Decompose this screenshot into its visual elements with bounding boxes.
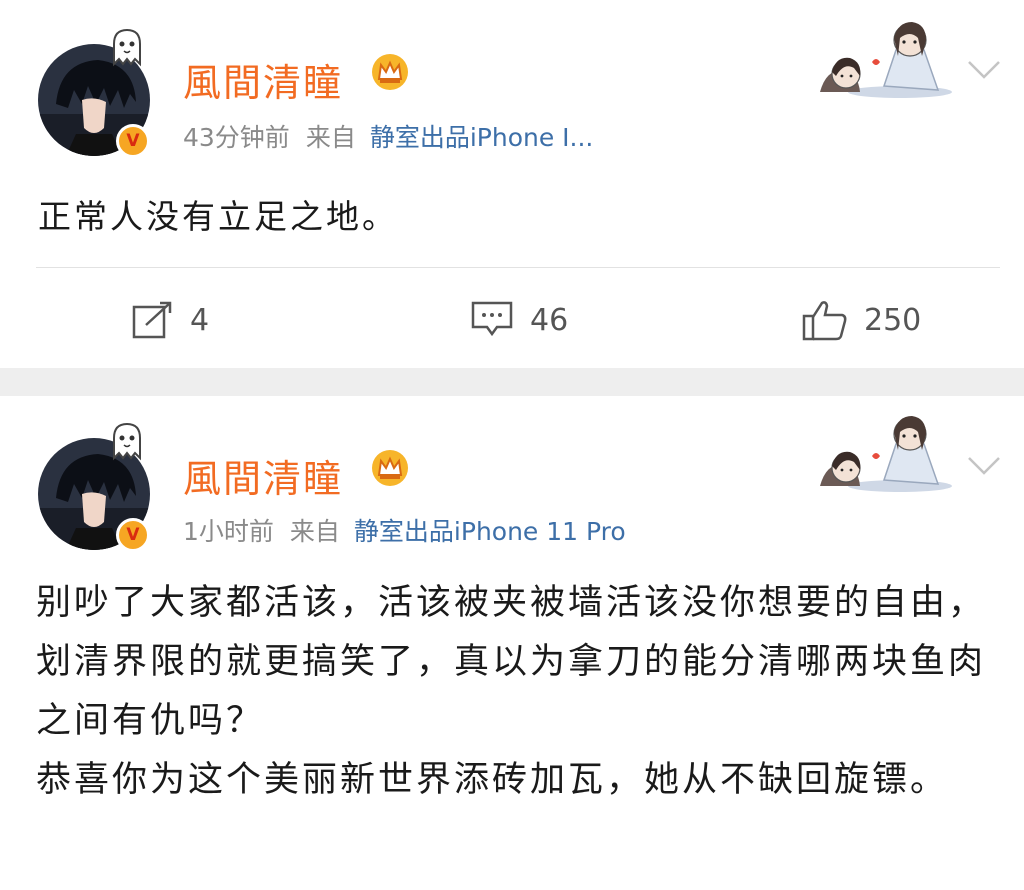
avatar[interactable]: V [38,422,150,552]
chevron-down-icon[interactable] [966,454,1002,478]
source-link[interactable]: 静室出品iPhone 11 Pro [354,517,626,546]
decoration-illustration [820,22,952,98]
post-time: 43分钟前 [183,123,290,152]
post-text: 正常人没有立足之地。 [38,197,398,236]
verified-badge: V [116,124,150,158]
chevron-down-icon[interactable] [966,58,1002,82]
avatar[interactable]: V [38,28,150,158]
ghost-icon [113,28,141,67]
source-prefix: 来自 [289,517,340,546]
comment-count: 46 [530,302,569,338]
post-time: 1小时前 [183,517,274,546]
username[interactable]: 風間清瞳 [183,448,343,503]
post-card[interactable]: V 風間清瞳 1小时前来自静室出品iPhone 11 Pro 别吵了大家都活 [0,396,1024,890]
verified-badge: V [116,518,150,552]
decoration-illustration [820,416,952,492]
username[interactable]: 風間清瞳 [183,52,343,107]
crown-icon[interactable] [370,448,410,488]
like-count: 250 [864,302,922,338]
comment-button[interactable]: 46 [470,298,568,342]
like-button[interactable]: 250 [802,298,921,342]
feed-separator [0,368,1024,396]
post-meta: 43分钟前 来自 静室出品iPhone I... [183,118,593,154]
weibo-feed: V 風間清瞳 43分钟前来自静室出品iPhone I... 正常人没有立足之 [0,0,1024,890]
post-text: 别吵了大家都活该，活该被夹被墙活该没你想要的自由，划清界限的就更搞笑了，真以为拿… [36,583,987,800]
repost-count: 4 [190,302,210,338]
repost-icon [132,301,172,339]
source-prefix: 来自 [305,123,356,152]
post-card[interactable]: V 風間清瞳 43分钟前来自静室出品iPhone I... 正常人没有立足之 [0,0,1024,368]
ghost-icon [113,422,141,461]
divider [36,267,1000,268]
post-meta: 1小时前 来自 静室出品iPhone 11 Pro [183,512,626,548]
repost-button[interactable]: 4 [132,298,209,342]
like-icon [802,301,847,341]
source-link[interactable]: 静室出品iPhone I... [370,123,594,152]
comment-icon [471,301,513,337]
crown-icon[interactable] [370,52,410,92]
